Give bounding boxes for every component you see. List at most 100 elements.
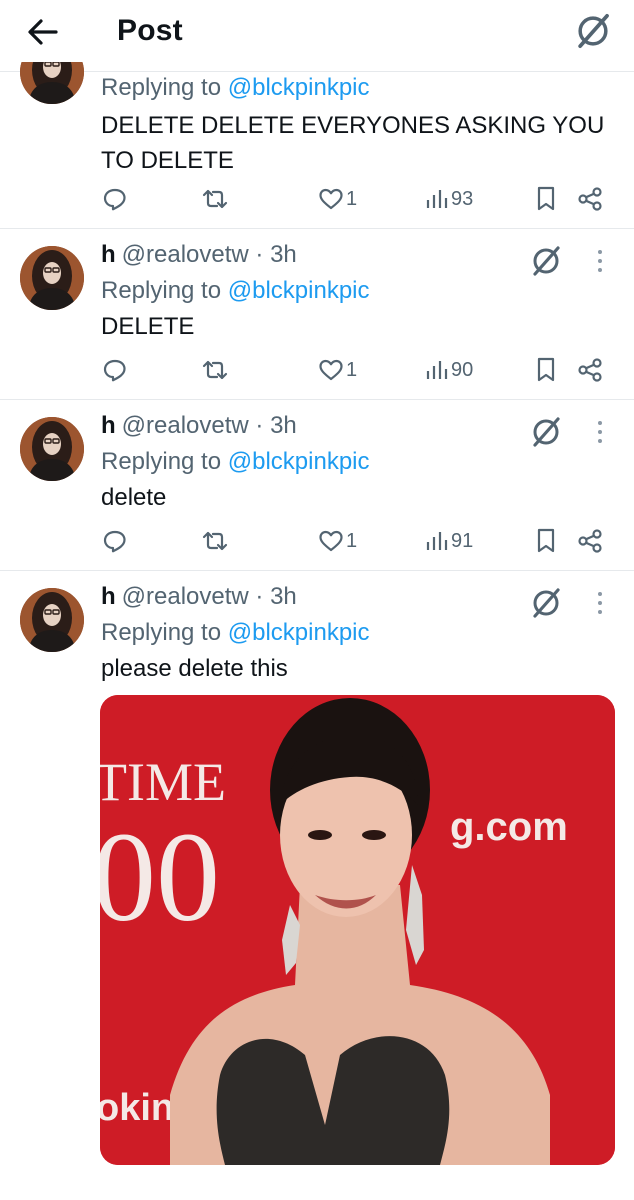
grok-explain-button[interactable] xyxy=(528,414,564,450)
reply-button[interactable] xyxy=(102,353,128,387)
replying-to-label: Replying to xyxy=(101,448,228,475)
author-name[interactable]: h xyxy=(101,412,116,439)
reply-button[interactable] xyxy=(102,182,128,216)
like-button[interactable]: 1 xyxy=(318,353,357,387)
view-count: 91 xyxy=(451,529,474,552)
avatar-image xyxy=(20,246,84,310)
more-vertical-icon xyxy=(585,245,615,277)
bookmark-icon xyxy=(534,356,558,384)
share-button[interactable] xyxy=(576,182,604,216)
view-count: 93 xyxy=(451,187,474,210)
tweet-header: h @realovetw · 3h xyxy=(101,241,297,269)
like-button[interactable]: 1 xyxy=(318,524,357,558)
photo: TIME 00 g.com oking.c xyxy=(100,695,615,1165)
view-count: 90 xyxy=(451,358,474,381)
views-button[interactable]: 91 xyxy=(425,524,473,558)
grok-icon xyxy=(528,585,564,621)
tweet-actions: 1 93 xyxy=(100,182,620,216)
more-vertical-icon xyxy=(585,416,615,448)
bookmark-button[interactable] xyxy=(534,182,558,216)
tweet-text: DELETE DELETE EVERYONES ASKING YOU TO DE… xyxy=(101,112,605,174)
avatar-image xyxy=(20,588,84,652)
replying-to-handle[interactable]: @blckpinkpic xyxy=(228,74,370,101)
replying-to-label: Replying to xyxy=(101,277,228,304)
backdrop-text-time: TIME xyxy=(100,752,226,812)
author-name[interactable]: h xyxy=(101,241,116,268)
views-icon xyxy=(425,528,449,554)
avatar-image xyxy=(20,417,84,481)
tweet[interactable]: h @realovetw · 3h Replying to @blckpinkpi… xyxy=(0,229,634,400)
grok-icon xyxy=(572,10,614,52)
retweet-icon xyxy=(200,528,230,554)
retweet-button[interactable] xyxy=(200,182,230,216)
tweet-text: please delete this xyxy=(101,655,288,682)
replying-to: Replying to @blckpinkpic xyxy=(101,74,370,102)
avatar[interactable] xyxy=(20,246,84,310)
views-button[interactable]: 90 xyxy=(425,353,473,387)
replying-to-handle[interactable]: @blckpinkpic xyxy=(228,448,370,475)
share-icon xyxy=(576,356,604,384)
bookmark-icon xyxy=(534,185,558,213)
tweet-header: h @realovetw · 3h xyxy=(101,412,297,440)
replying-to: Replying to @blckpinkpic xyxy=(101,277,370,305)
retweet-button[interactable] xyxy=(200,524,230,558)
reply-feed: Replying to @blckpinkpic DELETE DELETE E… xyxy=(0,40,634,1171)
retweet-icon xyxy=(200,186,230,212)
back-button[interactable] xyxy=(22,12,62,52)
replying-to: Replying to @blckpinkpic xyxy=(101,619,370,647)
like-count: 1 xyxy=(346,187,358,210)
tweet-actions: 1 91 xyxy=(100,524,620,558)
share-icon xyxy=(576,527,604,555)
heart-icon xyxy=(318,529,344,553)
author-meta: @realovetw · 3h xyxy=(121,583,297,610)
replying-to-label: Replying to xyxy=(101,74,228,101)
reply-button[interactable] xyxy=(102,524,128,558)
grok-explain-button[interactable] xyxy=(528,243,564,279)
more-options-button[interactable] xyxy=(585,587,615,619)
top-bar: Post xyxy=(0,0,634,62)
reply-icon xyxy=(102,528,128,554)
reply-icon xyxy=(102,357,128,383)
grok-explain-button[interactable] xyxy=(528,585,564,621)
retweet-button[interactable] xyxy=(200,353,230,387)
grok-icon xyxy=(528,414,564,450)
backdrop-text-100: 00 xyxy=(100,806,220,948)
author-name[interactable]: h xyxy=(101,583,116,610)
like-button[interactable]: 1 xyxy=(318,182,357,216)
tweet[interactable]: Replying to @blckpinkpic DELETE DELETE E… xyxy=(0,40,634,229)
share-icon xyxy=(576,185,604,213)
replying-to: Replying to @blckpinkpic xyxy=(101,448,370,476)
heart-icon xyxy=(318,358,344,382)
tweet[interactable]: h @realovetw · 3h Replying to @blckpinkpi… xyxy=(0,400,634,571)
share-button[interactable] xyxy=(576,524,604,558)
bookmark-button[interactable] xyxy=(534,353,558,387)
author-meta: @realovetw · 3h xyxy=(121,241,297,268)
tweet-text: delete xyxy=(101,484,167,511)
grok-button[interactable] xyxy=(572,10,614,52)
like-count: 1 xyxy=(346,358,358,381)
views-icon xyxy=(425,357,449,383)
views-button[interactable]: 93 xyxy=(425,182,473,216)
share-button[interactable] xyxy=(576,353,604,387)
replying-to-handle[interactable]: @blckpinkpic xyxy=(228,277,370,304)
more-options-button[interactable] xyxy=(585,245,615,277)
replying-to-handle[interactable]: @blckpinkpic xyxy=(228,619,370,646)
tweet-text: DELETE xyxy=(101,313,195,340)
tweet[interactable]: h @realovetw · 3h Replying to @blckpinkpi… xyxy=(0,571,634,1171)
replying-to-label: Replying to xyxy=(101,619,228,646)
author-meta: @realovetw · 3h xyxy=(121,412,297,439)
tweet-media-image[interactable]: TIME 00 g.com oking.c xyxy=(100,695,615,1165)
backdrop-text-url: g.com xyxy=(450,805,568,849)
avatar[interactable] xyxy=(20,417,84,481)
like-count: 1 xyxy=(346,529,358,552)
tweet-header: h @realovetw · 3h xyxy=(101,583,297,611)
page-title: Post xyxy=(117,14,183,47)
avatar[interactable] xyxy=(20,588,84,652)
more-options-button[interactable] xyxy=(585,416,615,448)
more-vertical-icon xyxy=(585,587,615,619)
tweet-actions: 1 90 xyxy=(100,353,620,387)
retweet-icon xyxy=(200,357,230,383)
bookmark-button[interactable] xyxy=(534,524,558,558)
bookmark-icon xyxy=(534,527,558,555)
grok-icon xyxy=(528,243,564,279)
